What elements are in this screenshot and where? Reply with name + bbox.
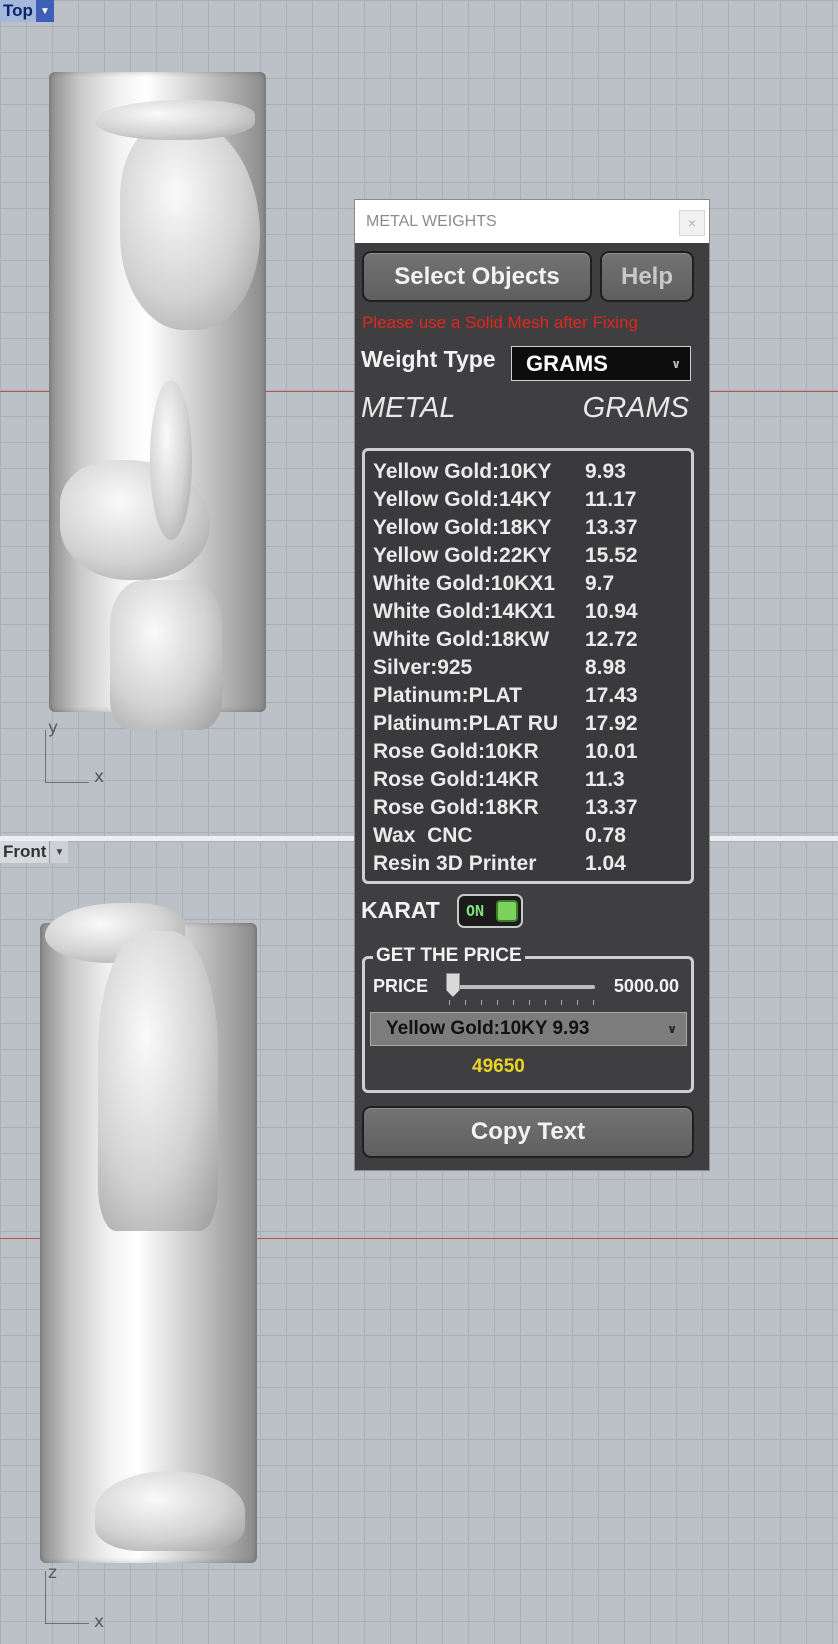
price-slider-thumb[interactable]	[445, 973, 460, 997]
grams-column-header: GRAMS	[582, 392, 689, 424]
metal-grams: 17.43	[585, 684, 638, 707]
price-group-title: GET THE PRICE	[373, 945, 525, 967]
metal-price-select-value: Yellow Gold:10KY 9.93	[386, 1018, 590, 1039]
karat-label: KARAT	[361, 897, 440, 923]
y-axis-indicator	[45, 730, 46, 782]
metal-row: Yellow Gold:14KY 11.17	[365, 486, 691, 514]
metal-name: Yellow Gold:22KY	[373, 544, 552, 567]
weight-type-select[interactable]: GRAMS ∨	[511, 346, 691, 381]
weight-type-value: GRAMS	[526, 350, 608, 376]
metal-row: Platinum:PLAT RU 17.92	[365, 710, 691, 738]
finger-relief	[150, 380, 192, 540]
metal-grams: 11.17	[585, 488, 637, 511]
metal-row: Wax CNC 0.78	[365, 822, 691, 850]
viewport-label-top[interactable]: Top ▼	[0, 0, 54, 22]
metal-row: Rose Gold:14KR 11.3	[365, 766, 691, 794]
metal-grams: 9.93	[585, 460, 626, 483]
metal-row: Rose Gold:18KR 13.37	[365, 794, 691, 822]
z-axis-letter: z	[48, 1563, 57, 1583]
price-group: GET THE PRICE PRICE 5000.00 Yellow Gold:…	[362, 945, 694, 1093]
price-slider-ticks	[449, 1000, 595, 1005]
metal-name: Silver:925	[373, 656, 473, 679]
chevron-down-icon[interactable]: ▼	[35, 0, 54, 22]
chevron-down-icon: ∨	[667, 1022, 677, 1036]
z-axis-indicator	[45, 1571, 46, 1623]
select-objects-button[interactable]: Select Objects	[362, 251, 592, 302]
karat-toggle-state: ON	[466, 902, 485, 920]
metal-name: Yellow Gold:14KY	[373, 488, 552, 511]
metal-row: Silver:925 8.98	[365, 654, 691, 682]
viewport-name[interactable]: Top	[0, 0, 36, 22]
metal-grams: 8.98	[585, 656, 626, 679]
metal-grams: 9.7	[585, 572, 615, 595]
price-slider-track[interactable]	[449, 985, 595, 989]
metal-name: Rose Gold:10KR	[373, 740, 539, 763]
metal-row: Yellow Gold:18KY 13.37	[365, 514, 691, 542]
chevron-down-icon: ∨	[671, 356, 681, 371]
metal-row: White Gold:14KX1 10.94	[365, 598, 691, 626]
metal-row: White Gold:10KX1 9.7	[365, 570, 691, 598]
metal-row: Yellow Gold:22KY 15.52	[365, 542, 691, 570]
metal-name: White Gold:14KX1	[373, 600, 556, 623]
metal-name: Rose Gold:14KR	[373, 768, 539, 791]
metal-grams: 11.3	[585, 768, 625, 791]
metal-weights-panel: METAL WEIGHTS × Select Objects Help Plea…	[354, 199, 710, 1171]
viewport-name[interactable]: Front	[0, 841, 50, 863]
metal-name: Rose Gold:18KR	[373, 796, 539, 819]
price-value: 5000.00	[613, 976, 679, 996]
x-axis-indicator	[45, 782, 89, 783]
metal-name: Platinum:PLAT	[373, 684, 522, 707]
sleeve-relief-front	[95, 1471, 245, 1551]
metal-name: White Gold:18KW	[373, 628, 550, 651]
help-button[interactable]: Help	[600, 251, 694, 302]
metal-row: Yellow Gold:10KY 9.93	[365, 458, 691, 486]
close-icon[interactable]: ×	[679, 210, 705, 236]
toggle-knob	[496, 900, 518, 922]
metal-column-header: METAL	[361, 392, 456, 424]
metal-row: Platinum:PLAT 17.43	[365, 682, 691, 710]
x-axis-indicator	[45, 1623, 89, 1624]
warning-message: Please use a Solid Mesh after Fixing	[362, 313, 638, 332]
y-axis-letter: y	[48, 718, 59, 738]
panel-titlebar[interactable]: METAL WEIGHTS ×	[355, 200, 709, 243]
metal-price-select[interactable]: Yellow Gold:10KY 9.93 ∨	[370, 1012, 687, 1046]
metal-grams: 13.37	[585, 516, 638, 539]
metal-grams: 13.37	[585, 796, 638, 819]
sleeve-relief	[95, 100, 255, 140]
metal-grams: 0.78	[585, 824, 626, 847]
price-label: PRICE	[373, 976, 429, 996]
metal-name: Wax CNC	[373, 824, 473, 847]
panel-title: METAL WEIGHTS	[366, 213, 497, 230]
metal-grams: 10.01	[585, 740, 638, 763]
metal-row: Rose Gold:10KR 10.01	[365, 738, 691, 766]
metal-grams: 1.04	[585, 852, 626, 875]
weight-type-label: Weight Type	[361, 346, 496, 372]
metal-grams: 15.52	[585, 544, 638, 567]
price-result: 49650	[472, 1056, 525, 1077]
metal-grams: 17.92	[585, 712, 638, 735]
x-axis-letter: x	[94, 1612, 105, 1632]
karat-toggle[interactable]: ON	[457, 894, 523, 928]
viewport-label-front[interactable]: Front ▼	[0, 841, 69, 863]
metal-name: Resin 3D Printer	[373, 852, 537, 875]
chevron-down-icon[interactable]: ▼	[49, 841, 69, 863]
metal-grams: 12.72	[585, 628, 638, 651]
metal-name: White Gold:10KX1	[373, 572, 556, 595]
metal-name: Platinum:PLAT RU	[373, 712, 559, 735]
metal-row: White Gold:18KW 12.72	[365, 626, 691, 654]
metal-grams: 10.94	[585, 600, 638, 623]
arm-relief	[110, 580, 222, 730]
arm-relief-front	[98, 931, 218, 1231]
copy-text-button[interactable]: Copy Text	[362, 1106, 694, 1158]
metal-name: Yellow Gold:10KY	[373, 460, 552, 483]
metal-row: Resin 3D Printer 1.04	[365, 850, 691, 878]
x-axis-letter: x	[94, 767, 105, 787]
metal-name: Yellow Gold:18KY	[373, 516, 552, 539]
metal-weight-list[interactable]: Yellow Gold:10KY 9.93 Yellow Gold:14KY 11.1…	[362, 448, 694, 884]
